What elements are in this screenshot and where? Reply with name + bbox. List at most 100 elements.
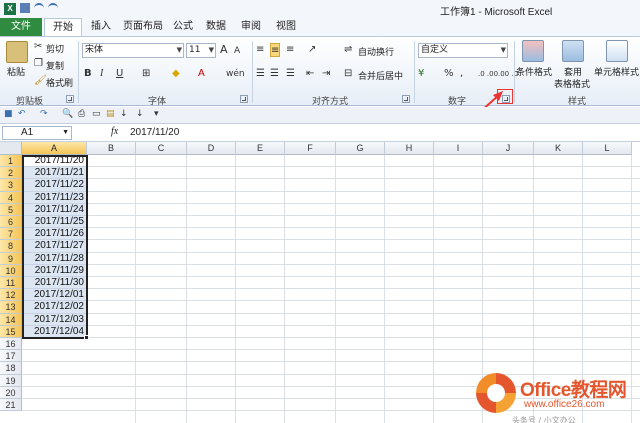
undo-icon[interactable] [34, 3, 44, 13]
name-box[interactable]: A1 ▼ [2, 126, 72, 140]
row-header-19[interactable]: 19 [0, 374, 22, 387]
font-launcher[interactable] [240, 95, 248, 103]
cell-a3[interactable]: 2017/11/22 [22, 179, 87, 192]
row-header-12[interactable]: 12 [0, 289, 22, 302]
print-icon[interactable]: ⎙ [78, 109, 85, 119]
row-header-6[interactable]: 6 [0, 216, 22, 229]
cell-a15[interactable]: 2017/12/04 [22, 325, 87, 338]
percent-button[interactable]: % [444, 67, 454, 81]
font-color-icon[interactable]: A [198, 67, 205, 81]
align-left-icon[interactable]: ☰ [256, 67, 265, 81]
redo-icon[interactable]: ↷ [40, 109, 48, 119]
sort-desc-icon[interactable]: ↓ [136, 109, 144, 119]
alignment-launcher[interactable] [402, 95, 410, 103]
tab-data[interactable]: 数据 [201, 18, 231, 36]
cell-a11[interactable]: 2017/11/30 [22, 277, 87, 290]
conditional-format-button[interactable]: 条件格式 [516, 65, 552, 78]
undo-icon[interactable]: ↶ [18, 109, 26, 119]
customize-qat-icon[interactable]: ▾ [154, 109, 159, 119]
cell-a12[interactable]: 2017/12/01 [22, 289, 87, 302]
fill-color-icon[interactable]: ◆ [172, 67, 180, 81]
tab-home[interactable]: 开始 [44, 18, 82, 37]
paste-icon[interactable] [6, 41, 28, 63]
italic-button[interactable]: I [100, 67, 103, 81]
grow-font-button[interactable]: A [220, 43, 228, 57]
sort-asc-icon[interactable]: ↓ [120, 109, 128, 119]
comma-button[interactable]: , [460, 67, 463, 81]
row-header-21[interactable]: 21 [0, 399, 22, 412]
format-painter-button[interactable]: 格式刷 [46, 76, 73, 89]
cell-styles-button[interactable]: 单元格样式 [594, 65, 639, 78]
row-header-9[interactable]: 9 [0, 252, 22, 265]
cell-a14[interactable]: 2017/12/03 [22, 313, 87, 326]
save-icon[interactable] [20, 3, 30, 13]
orientation-icon[interactable]: ↗ [308, 43, 316, 57]
align-bottom-icon[interactable]: ≡ [286, 43, 294, 57]
bold-button[interactable]: B [84, 67, 92, 81]
row-header-20[interactable]: 20 [0, 386, 22, 399]
tab-file[interactable]: 文件 [0, 18, 42, 36]
select-all-corner[interactable] [0, 142, 22, 155]
currency-icon[interactable]: ¥ [418, 67, 424, 81]
phonetic-button[interactable]: wén [226, 67, 245, 81]
border-icon[interactable]: ⊞ [142, 67, 150, 81]
table-format-button-line2[interactable]: 表格格式 [554, 77, 590, 90]
column-header-a[interactable]: A [22, 142, 87, 155]
align-middle-icon[interactable]: ≡ [270, 43, 281, 57]
tab-review[interactable]: 审阅 [236, 18, 266, 36]
increase-decimal-button[interactable]: .0 .00 [478, 67, 498, 81]
tab-page-layout[interactable]: 页面布局 [118, 18, 168, 36]
cell-a4[interactable]: 2017/11/23 [22, 191, 87, 204]
align-center-icon[interactable]: ☰ [270, 67, 279, 81]
clipboard-launcher[interactable] [66, 95, 74, 103]
redo-icon[interactable] [48, 3, 58, 13]
column-header-j[interactable]: J [483, 142, 534, 155]
row-header-17[interactable]: 17 [0, 350, 22, 363]
cell-a10[interactable]: 2017/11/29 [22, 264, 87, 277]
row-header-15[interactable]: 15 [0, 325, 22, 338]
print-preview-icon[interactable]: 🔍 [62, 109, 73, 119]
row-header-11[interactable]: 11 [0, 277, 22, 290]
column-header-c[interactable]: C [136, 142, 187, 155]
cell-a13[interactable]: 2017/12/02 [22, 301, 87, 314]
column-header-h[interactable]: H [385, 142, 434, 155]
cell-a9[interactable]: 2017/11/28 [22, 252, 87, 265]
fill-handle[interactable] [84, 335, 89, 340]
cell-a8[interactable]: 2017/11/27 [22, 240, 87, 253]
copy-button[interactable]: 复制 [46, 59, 64, 72]
row-header-2[interactable]: 2 [0, 167, 22, 180]
underline-button[interactable]: U [116, 67, 123, 81]
cut-button[interactable]: 剪切 [46, 42, 64, 55]
cell-a2[interactable]: 2017/11/21 [22, 167, 87, 180]
row-header-10[interactable]: 10 [0, 264, 22, 277]
column-header-e[interactable]: E [236, 142, 285, 155]
font-name-combo[interactable]: 宋体 ▼ [82, 43, 184, 58]
save-icon[interactable]: ■ [4, 109, 13, 119]
column-header-k[interactable]: K [534, 142, 583, 155]
formula-input[interactable]: 2017/11/20 [130, 127, 179, 138]
align-right-icon[interactable]: ☰ [286, 67, 295, 81]
paste-button[interactable]: 粘贴 [7, 65, 25, 78]
font-size-combo[interactable]: 11 ▼ [186, 43, 216, 58]
cell-a5[interactable]: 2017/11/24 [22, 203, 87, 216]
row-header-3[interactable]: 3 [0, 179, 22, 192]
align-top-icon[interactable]: ≡ [256, 43, 264, 57]
row-header-8[interactable]: 8 [0, 240, 22, 253]
column-header-f[interactable]: F [285, 142, 336, 155]
fx-icon[interactable]: fx [111, 126, 118, 137]
shrink-font-button[interactable]: A [234, 44, 240, 58]
row-header-18[interactable]: 18 [0, 362, 22, 375]
number-format-combo[interactable]: 自定义 ▼ [418, 43, 508, 58]
decrease-indent-icon[interactable]: ⇤ [306, 67, 314, 81]
cell-a6[interactable]: 2017/11/25 [22, 216, 87, 229]
column-header-i[interactable]: I [434, 142, 483, 155]
row-header-4[interactable]: 4 [0, 191, 22, 204]
tab-view[interactable]: 视图 [271, 18, 301, 36]
row-header-13[interactable]: 13 [0, 301, 22, 314]
excel-app-icon[interactable]: X [4, 3, 16, 15]
row-header-7[interactable]: 7 [0, 228, 22, 241]
row-header-5[interactable]: 5 [0, 203, 22, 216]
row-header-16[interactable]: 16 [0, 338, 22, 351]
merge-center-button[interactable]: 合并后居中 [358, 69, 403, 82]
wrap-text-button[interactable]: 自动换行 [358, 45, 394, 58]
